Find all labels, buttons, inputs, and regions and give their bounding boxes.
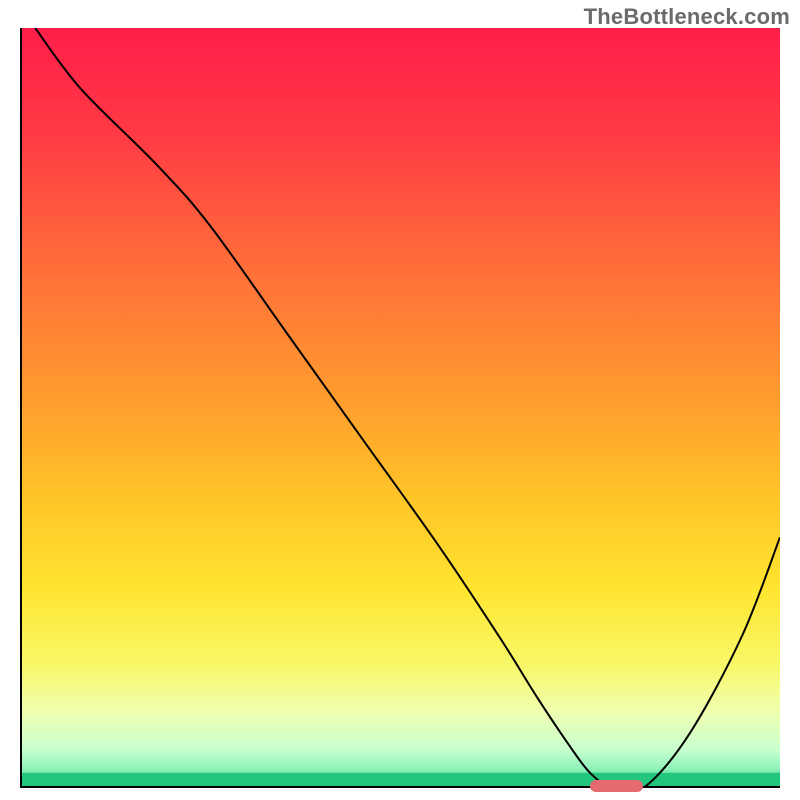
optimal-range-marker (590, 780, 643, 792)
chart-stage: TheBottleneck.com (0, 0, 800, 800)
axes-frame (20, 28, 780, 788)
watermark-text: TheBottleneck.com (584, 4, 790, 30)
